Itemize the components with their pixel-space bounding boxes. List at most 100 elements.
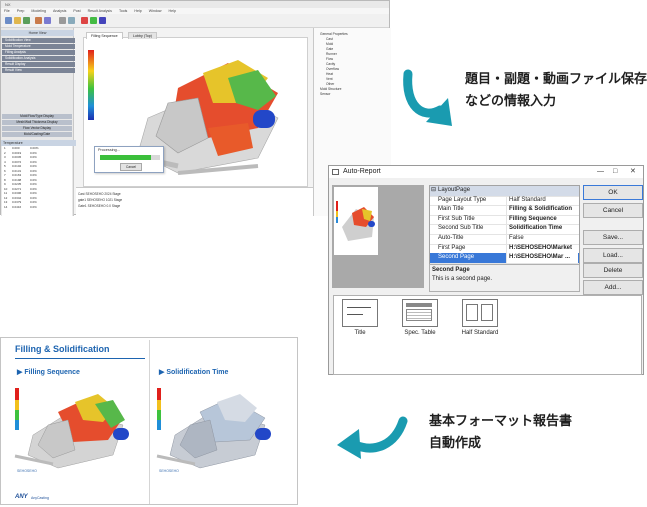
menu-item[interactable]: File	[4, 9, 10, 13]
left-panel-tool-button[interactable]: Mold/Casting/Gate	[2, 132, 72, 137]
menu-item[interactable]: Result Analysis	[88, 9, 112, 13]
layout-spec-table[interactable]: Spec. Table	[400, 299, 440, 336]
arrow-down-icon	[403, 69, 452, 126]
left-panel-tool-button[interactable]: Mesh/Wall Thickness Display	[2, 120, 72, 125]
run-icon[interactable]	[44, 17, 51, 24]
tree-item[interactable]: Heat	[326, 72, 333, 76]
result-icon[interactable]	[81, 17, 88, 24]
close-icon[interactable]: ✕	[630, 166, 636, 178]
report-logo-tag: AnyCasting	[31, 496, 49, 500]
property-value[interactable]: Filling Sequence	[506, 214, 578, 225]
temperature-table[interactable]: 1 0.000 0.00% 2 0.0019 0.0% 3 0.0045 0.0% 4 0.0072…	[2, 146, 72, 216]
half-standard-icon	[462, 299, 498, 327]
property-value[interactable]: Half Standard	[506, 195, 578, 206]
tree-item[interactable]: Cast	[326, 37, 333, 41]
progress-title: Processing...	[98, 148, 120, 152]
property-value[interactable]: H:\SEHOSEHO\Mar ...	[506, 253, 578, 263]
page-preview	[332, 185, 424, 288]
tree-item[interactable]: Runner	[326, 52, 337, 56]
left-panel-tool-button[interactable]: Mold/Flow/Type Display	[2, 114, 72, 119]
save-icon[interactable]	[23, 17, 30, 24]
property-row[interactable]: Second Page H:\SEHOSEHO\Mar ...	[430, 253, 579, 264]
collapse-icon[interactable]: ⊟	[431, 186, 436, 196]
auto-report-dialog: Auto-Report — □ ✕ ⊟ LayoutPage Page Layo…	[328, 165, 644, 375]
delete-button[interactable]: Delete	[583, 263, 643, 278]
property-value[interactable]: H:\SEHOSEHO\Market	[506, 243, 578, 254]
tree-item[interactable]: Sensor	[320, 92, 330, 96]
desc-title: Second Page	[432, 267, 470, 273]
property-key: Main Title	[438, 206, 464, 213]
property-grid[interactable]: ⊟ LayoutPage Page Layout Type Half Standa…	[429, 185, 580, 265]
property-value[interactable]: Solidification Time	[506, 224, 578, 234]
property-key: Auto-Title	[438, 235, 464, 241]
tree-item[interactable]: Mold	[326, 42, 333, 46]
cancel-progress-button[interactable]: Cancel	[120, 163, 142, 171]
add-button[interactable]: Add...	[583, 280, 643, 295]
right-footnote: SEHOSEHO	[159, 469, 179, 473]
callout-top-line2: などの情報入力	[465, 94, 557, 109]
generated-report: Filling & Solidification ▶ Filling Seque…	[0, 337, 298, 505]
minimize-icon[interactable]: —	[597, 166, 604, 178]
tree-item[interactable]: Gate	[326, 47, 333, 51]
tree-item[interactable]: Overflow	[326, 67, 339, 71]
mesh-icon[interactable]	[35, 17, 42, 24]
menu-item[interactable]: Prep	[17, 9, 25, 13]
title-rule	[15, 358, 145, 359]
callout-bottom-line1: 基本フォーマット報告書	[429, 414, 573, 429]
layout-list: Title Spec. Table Half Standard	[333, 295, 642, 375]
callout-bottom-line2: 自動作成	[429, 436, 482, 451]
auto-report-title: Auto-Report	[343, 168, 381, 175]
view-icon[interactable]	[59, 17, 66, 24]
list-item[interactable]: Gate1 SEHOSEHO 0.0 Stage	[78, 204, 120, 208]
left-panel-button[interactable]: Solidification Analysis	[2, 56, 75, 61]
left-panel-header: Home View	[1, 30, 74, 36]
cancel-button[interactable]: Cancel	[583, 203, 643, 218]
filling-icon[interactable]	[90, 17, 97, 24]
ok-button[interactable]: OK	[583, 185, 643, 200]
property-value[interactable]: Filling & Solidification	[506, 205, 578, 215]
title-layout-icon	[342, 299, 378, 327]
layout-half-standard[interactable]: Half Standard	[460, 299, 500, 336]
new-icon[interactable]	[5, 17, 12, 24]
tab-filling-sequence[interactable]: Filling Sequence	[86, 32, 123, 39]
solidification-figure	[156, 388, 271, 469]
tree-item[interactable]: Mold Structure	[320, 87, 341, 91]
list-item[interactable]: gate1 SEHOSEHO 1021 Stage	[78, 198, 122, 202]
load-button[interactable]: Load...	[583, 248, 643, 263]
property-key: Page Layout Type	[438, 196, 487, 203]
layout-title[interactable]: Title	[340, 299, 380, 336]
list-item[interactable]: Cast SEHOSEHO 2024 Stage	[78, 192, 121, 196]
tree-item[interactable]: General Properties	[320, 32, 348, 36]
menu-item[interactable]: Analysis	[53, 9, 66, 13]
table-row[interactable]: 14 0.0416 0.0%	[2, 205, 72, 210]
tree-item[interactable]: Cavity	[326, 62, 335, 66]
solid-icon[interactable]	[99, 17, 106, 24]
menu-item[interactable]: Tools	[119, 9, 127, 13]
app-titlebar: NX	[1, 1, 389, 8]
property-key: First Sub Title	[438, 215, 475, 222]
left-panel-button[interactable]: Filling Analysis	[2, 50, 75, 55]
tree-item[interactable]: Other	[326, 82, 334, 86]
property-value[interactable]: False	[506, 234, 578, 244]
app-toolbar[interactable]	[1, 14, 389, 28]
left-panel-tool-button[interactable]: Flow Vector Display	[2, 126, 72, 131]
open-icon[interactable]	[14, 17, 21, 24]
arrow-left-icon	[337, 416, 408, 459]
menu-item[interactable]: Help	[134, 9, 141, 13]
tab-lobby[interactable]: Lobby (Top)	[128, 32, 157, 39]
save-button[interactable]: Save...	[583, 230, 643, 245]
menu-item[interactable]: Help	[169, 9, 176, 13]
menu-item[interactable]: Window	[149, 9, 162, 13]
menu-item[interactable]: Modeling	[31, 9, 46, 13]
left-panel-button[interactable]: Result View	[2, 68, 75, 73]
tree-item[interactable]: Vent	[326, 77, 333, 81]
menu-item[interactable]: Post	[73, 9, 80, 13]
desc-text: This is a second page.	[432, 276, 493, 282]
zoom-icon[interactable]	[68, 17, 75, 24]
tree-item[interactable]: Flow	[326, 57, 333, 61]
maximize-icon[interactable]: □	[613, 166, 617, 178]
left-panel-button[interactable]: Result Display	[2, 62, 75, 67]
filling-figure	[14, 388, 129, 469]
left-panel-button[interactable]: Solidification View	[2, 38, 75, 43]
left-panel-button[interactable]: Mold Temperature	[2, 44, 75, 49]
